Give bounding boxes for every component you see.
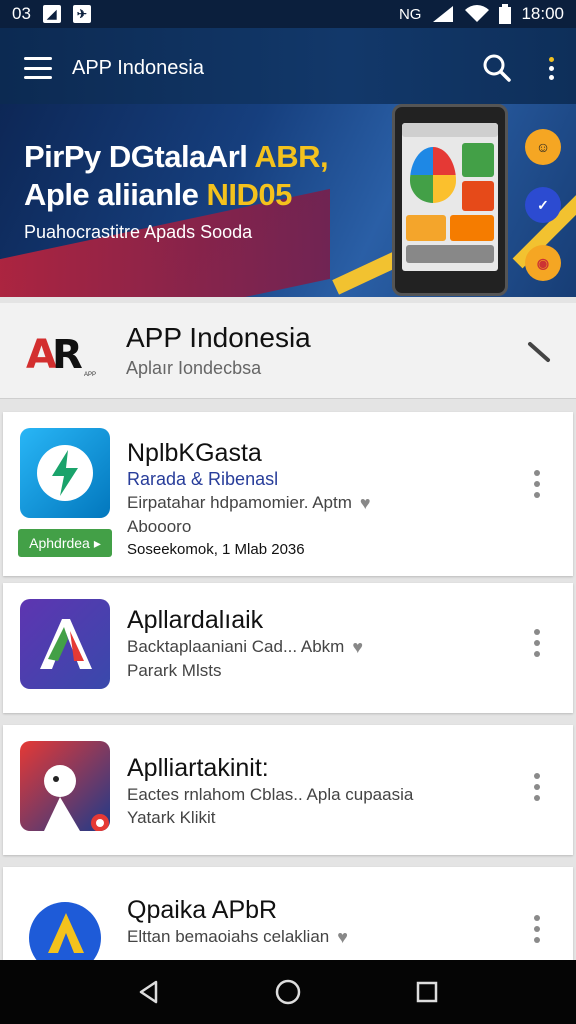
banner-headline-line1: PirPy DGtalaArl (24, 139, 255, 174)
more-options-icon[interactable] (531, 470, 543, 498)
app-icon-2 (20, 599, 110, 689)
app-bar-actions (482, 53, 556, 83)
publisher-titles: APP Indonesia Aplaır Iondecbsa (126, 322, 311, 379)
app-icon-1 (20, 428, 110, 518)
banner-chat-icon: ☺ (525, 129, 561, 165)
app-developer: Parark Mlsts (127, 661, 222, 681)
status-time: 18:00 (521, 4, 564, 23)
status-left: 03 ◢ ✈ (12, 4, 91, 24)
app-name: Aplliartakinit: (127, 754, 269, 782)
app-texts: Aplliartakinit: Eactes rnlahom Cblas.. A… (127, 753, 413, 829)
app-badge: Aphdrdea ▸ (18, 529, 112, 557)
heart-icon[interactable]: ♥ (360, 492, 371, 515)
app-texts: Qpaika APbR Elttan bemaoiahs celaklian ♥ (127, 895, 348, 949)
app-card[interactable]: Aplliartakinit: Eactes rnlahom Cblas.. A… (3, 725, 573, 855)
heart-icon[interactable]: ♥ (337, 926, 348, 949)
play-icon: ▸ (93, 534, 101, 551)
status-right: NG 18:00 (399, 4, 564, 24)
more-options-icon[interactable] (531, 773, 543, 801)
app-bar-title: APP Indonesia (72, 56, 204, 79)
app-card[interactable]: Apllardalıaik Backtaplaaniani Cad... Abk… (3, 583, 573, 713)
system-nav-bar (0, 960, 576, 1024)
status-bar: 03 ◢ ✈ NG 18:00 (0, 0, 576, 28)
app-description: Elttan bemaoiahs celaklian ♥ (127, 926, 348, 949)
more-options-icon[interactable] (531, 629, 543, 657)
publisher-subtitle: Aplaır Iondecbsa (126, 358, 262, 378)
app-texts: Apllardalıaik Backtaplaaniani Cad... Abk… (127, 605, 363, 682)
phone-illustration (392, 104, 508, 296)
publisher-logo: A R APP (26, 331, 96, 378)
app-icon-3 (20, 741, 110, 831)
app-description: Eirpatahar hdpamomier. Aptm ♥ (127, 492, 371, 515)
overflow-menu-icon[interactable] (546, 56, 556, 80)
publisher-title: APP Indonesia (126, 322, 311, 353)
banner-headline-line1-highlight: ABR, (254, 139, 329, 174)
banner-headline-line2: Aple aliianle (24, 177, 207, 212)
app-date: Soseekomok, 1 Mlab 2036 (127, 541, 305, 559)
app-developer: Yatark Klikit (127, 808, 216, 827)
app-category: Rarada & Ribenasl (127, 469, 279, 489)
banner-subtitle: Puahocrastitre Apads Sooda (24, 222, 253, 242)
banner-support-icon: ◉ (525, 245, 561, 281)
app-card[interactable]: Aphdrdea ▸ NplbKGasta Rarada & Ribenasl E… (3, 412, 573, 576)
status-left-text: 03 (12, 4, 31, 23)
app-description: Eactes rnlahom Cblas.. Apla cupaasia (127, 785, 414, 804)
more-options-icon[interactable] (531, 915, 543, 943)
search-icon[interactable] (482, 53, 512, 83)
app-name: Qpaika APbR (127, 896, 278, 924)
app-name: Apllardalıaik (127, 606, 264, 634)
banner-headline: PirPy DGtalaArl ABR, Aple aliianle NID05 (24, 138, 329, 214)
menu-icon[interactable] (24, 57, 52, 79)
back-icon[interactable] (129, 972, 169, 1012)
publisher-header[interactable]: A R APP APP Indonesia Aplaır Iondecbsa (0, 303, 576, 399)
app-card[interactable]: Qpaika APbR Elttan bemaoiahs celaklian ♥ (3, 867, 573, 960)
gallery-notification-icon: ✈ (72, 5, 91, 23)
heart-icon[interactable]: ♥ (352, 636, 363, 659)
app-name: NplbKGasta (127, 439, 262, 467)
signal-icon (433, 6, 454, 22)
wifi-icon (465, 5, 490, 23)
battery-icon (499, 4, 512, 24)
banner-headline-line2-highlight: NID05 (206, 177, 293, 212)
banner-code-icon: ✓ (525, 187, 561, 223)
notification-icon: ◢ (42, 5, 61, 23)
map-pin-icon (410, 147, 456, 203)
promo-banner[interactable]: PirPy DGtalaArl ABR, Aple aliianle NID05… (0, 104, 576, 297)
edit-pencil-icon[interactable] (526, 338, 552, 364)
app-description: Backtaplaaniani Cad... Abkm ♥ (127, 636, 364, 659)
network-type: NG (398, 5, 422, 23)
home-icon[interactable] (268, 972, 308, 1012)
app-icon-4 (20, 883, 110, 960)
app-bar: APP Indonesia (0, 28, 576, 108)
app-developer: Aboooro (127, 517, 192, 537)
recents-icon[interactable] (407, 972, 447, 1012)
app-texts: NplbKGasta Rarada & Ribenasl Eirpatahar … (127, 438, 371, 561)
